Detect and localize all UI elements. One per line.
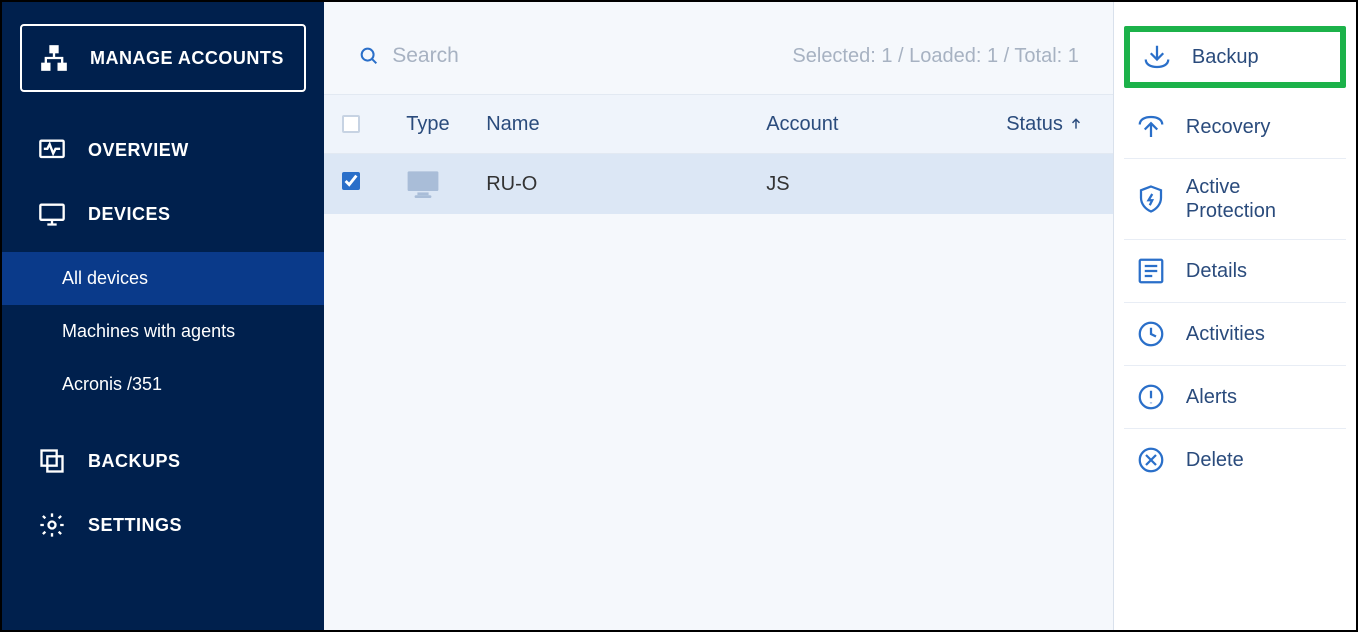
selection-status: Selected: 1 / Loaded: 1 / Total: 1 — [792, 45, 1079, 68]
sidebar-item-devices[interactable]: DEVICES — [20, 182, 306, 246]
sidebar-subitem-acronis-351[interactable]: Acronis /351 — [2, 358, 324, 411]
table-row[interactable]: RU-O JS — [324, 154, 1113, 214]
sidebar-subitem-all-devices[interactable]: All devices — [2, 252, 324, 305]
col-name[interactable]: Name — [486, 113, 766, 136]
action-label: Active Protection — [1186, 175, 1276, 223]
action-activities[interactable]: Activities — [1124, 303, 1346, 366]
action-details[interactable]: Details — [1124, 240, 1346, 303]
sidebar-item-backups[interactable]: BACKUPS — [20, 429, 306, 493]
alert-icon — [1136, 382, 1166, 412]
monitor-pulse-icon — [38, 136, 66, 164]
sidebar-subitem-machines-with-agents[interactable]: Machines with agents — [2, 305, 324, 358]
toolbar: Search Selected: 1 / Loaded: 1 / Total: … — [324, 2, 1113, 82]
search-input[interactable]: Search — [358, 44, 459, 68]
action-label: Delete — [1186, 449, 1244, 472]
main-content: Search Selected: 1 / Loaded: 1 / Total: … — [324, 2, 1113, 630]
sidebar: MANAGE ACCOUNTS OVERVIEW DEVICES All dev… — [2, 2, 324, 630]
sitemap-icon — [40, 44, 68, 72]
action-label: Backup — [1192, 46, 1259, 69]
action-recovery[interactable]: Recovery — [1124, 96, 1346, 159]
delete-icon — [1136, 445, 1166, 475]
search-icon — [358, 45, 380, 67]
devices-submenu: All devices Machines with agents Acronis… — [20, 252, 306, 411]
action-backup[interactable]: Backup — [1124, 26, 1346, 88]
action-alerts[interactable]: Alerts — [1124, 366, 1346, 429]
recovery-icon — [1136, 112, 1166, 142]
col-status[interactable]: Status — [1006, 113, 1095, 136]
desktop-icon — [406, 170, 440, 198]
gear-icon — [38, 511, 66, 539]
select-all-checkbox[interactable] — [342, 115, 406, 133]
sidebar-item-manage-accounts[interactable]: MANAGE ACCOUNTS — [20, 24, 306, 92]
action-active-protection[interactable]: Active Protection — [1124, 159, 1346, 240]
action-label: Recovery — [1186, 116, 1270, 139]
app-root: MANAGE ACCOUNTS OVERVIEW DEVICES All dev… — [0, 0, 1358, 632]
sidebar-item-overview[interactable]: OVERVIEW — [20, 118, 306, 182]
sidebar-item-label: SETTINGS — [88, 515, 182, 536]
actions-panel: Backup Recovery Active Protection — [1113, 2, 1356, 630]
col-status-label: Status — [1006, 113, 1063, 136]
row-checkbox[interactable] — [342, 172, 406, 196]
sidebar-item-label: BACKUPS — [88, 451, 181, 472]
sidebar-item-label: OVERVIEW — [88, 140, 189, 161]
row-type — [406, 170, 486, 198]
sidebar-item-label: MANAGE ACCOUNTS — [90, 48, 284, 69]
devices-table: Type Name Account Status — [324, 82, 1113, 214]
copies-icon — [38, 447, 66, 475]
table-header: Type Name Account Status — [324, 94, 1113, 154]
row-account: JS — [766, 173, 1006, 196]
row-name: RU-O — [486, 173, 766, 196]
action-label: Alerts — [1186, 386, 1237, 409]
action-label: Activities — [1186, 323, 1265, 346]
clock-icon — [1136, 319, 1166, 349]
col-type[interactable]: Type — [406, 113, 486, 136]
action-label: Details — [1186, 260, 1247, 283]
desktop-icon — [38, 200, 66, 228]
backup-icon — [1142, 42, 1172, 72]
col-account[interactable]: Account — [766, 113, 1006, 136]
shield-bolt-icon — [1136, 184, 1166, 214]
action-delete[interactable]: Delete — [1124, 429, 1346, 491]
sidebar-item-label: DEVICES — [88, 204, 171, 225]
sort-asc-icon — [1069, 117, 1083, 131]
sidebar-item-settings[interactable]: SETTINGS — [20, 493, 306, 557]
search-placeholder: Search — [392, 44, 459, 68]
details-icon — [1136, 256, 1166, 286]
